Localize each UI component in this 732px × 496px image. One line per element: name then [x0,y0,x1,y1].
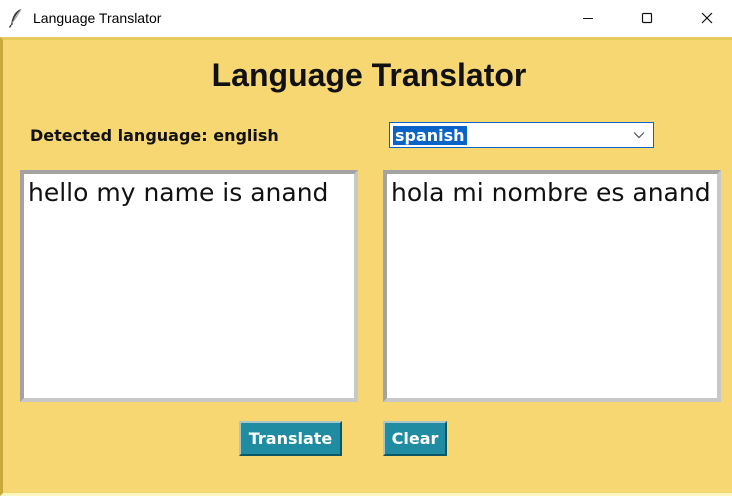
window-title: Language Translator [33,10,162,26]
minimize-icon [583,18,593,19]
close-button[interactable] [684,0,730,36]
main-panel: Language Translator Detected language: e… [0,37,732,496]
app-window: Language Translator Language Translator … [0,0,732,496]
translated-text-area[interactable]: hola mi nombre es anand [383,170,721,402]
page-title: Language Translator [211,57,527,93]
minimize-button[interactable] [565,0,611,36]
maximize-button[interactable] [624,0,670,36]
close-icon [701,12,713,24]
source-text: hello my name is anand [28,178,329,207]
title-bar[interactable]: Language Translator [0,0,732,37]
target-language-dropdown[interactable]: spanish [389,122,654,148]
translate-button[interactable]: Translate [239,421,342,456]
target-language-value: spanish [393,126,467,145]
chevron-down-icon [633,132,645,139]
translated-text: hola mi nombre es anand [391,178,711,207]
maximize-icon [641,12,653,24]
feather-icon [8,8,24,28]
detected-language-label: Detected language: english [30,126,279,145]
clear-button[interactable]: Clear [383,421,447,456]
source-text-area[interactable]: hello my name is anand [20,170,358,402]
